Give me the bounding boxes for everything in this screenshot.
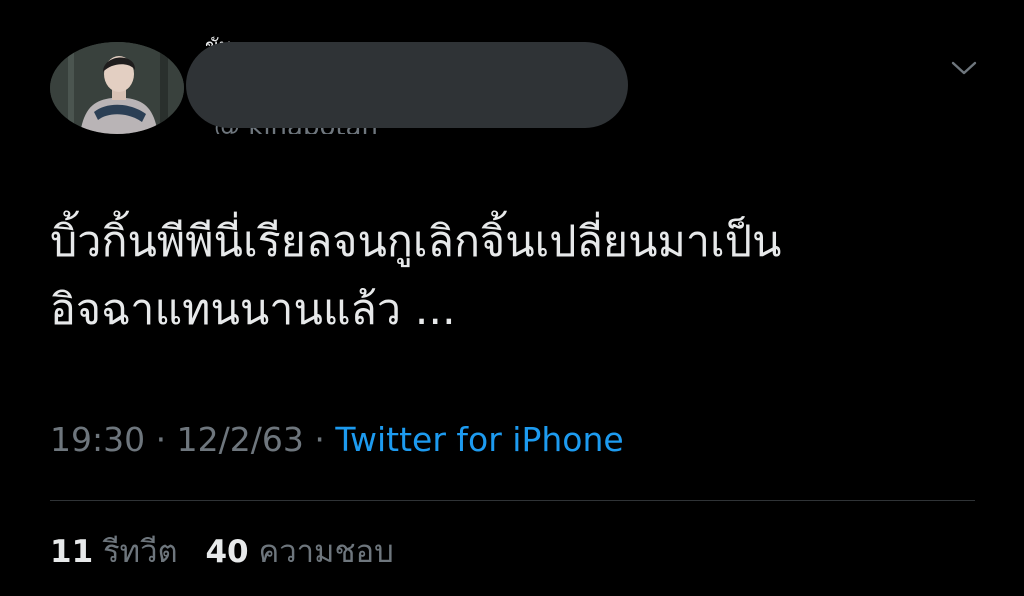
retweets-label: รีทวีต bbox=[103, 534, 178, 570]
meta-separator: · bbox=[314, 420, 325, 459]
tweet-date[interactable]: 12/2/63 bbox=[177, 420, 304, 459]
likes-stat[interactable]: 40 ความชอบ bbox=[205, 534, 393, 570]
avatar-photo bbox=[50, 42, 184, 134]
meta-separator: · bbox=[155, 420, 167, 459]
likes-count: 40 bbox=[205, 534, 249, 570]
tweet-detail: ขั้น @ kinabotan บิ้วกิ้นพีพีนี่เรียลจนก… bbox=[0, 0, 1024, 596]
retweets-count: 11 bbox=[50, 534, 94, 570]
tweet-meta: 19:30 · 12/2/63 · Twitter for iPhone bbox=[50, 418, 624, 462]
redaction-mask bbox=[186, 42, 628, 128]
divider bbox=[50, 500, 975, 501]
tweet-text: บิ้วกิ้นพีพีนี่เรียลจนกูเลิกจิ้นเปลี่ยนม… bbox=[50, 217, 782, 335]
tweet-stats: 11 รีทวีต 40 ความชอบ bbox=[50, 530, 394, 574]
tweet-source-link[interactable]: Twitter for iPhone bbox=[335, 420, 623, 459]
retweets-stat[interactable]: 11 รีทวีต bbox=[50, 534, 187, 570]
likes-label: ความชอบ bbox=[258, 534, 394, 570]
chevron-down-icon[interactable] bbox=[948, 56, 980, 80]
tweet-time[interactable]: 19:30 bbox=[50, 420, 145, 459]
avatar[interactable] bbox=[50, 42, 184, 134]
